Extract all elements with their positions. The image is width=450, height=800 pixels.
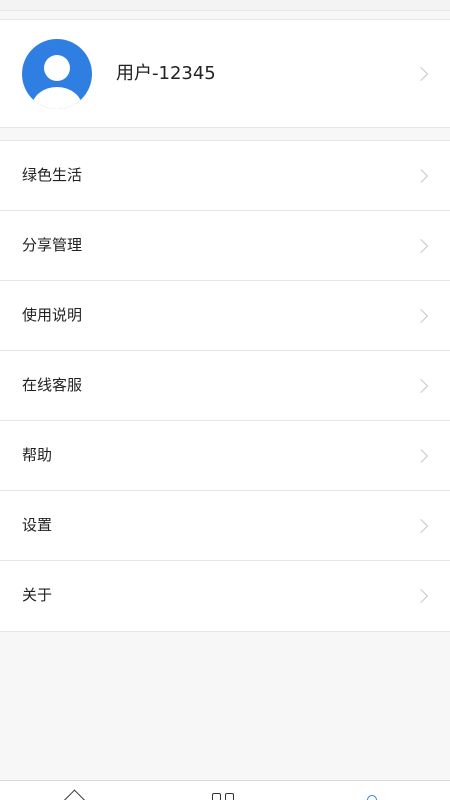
menu-item-label: 关于	[22, 586, 53, 604]
top-strip	[0, 0, 450, 11]
tab-home[interactable]	[0, 781, 150, 800]
tab-category[interactable]	[150, 781, 300, 800]
tab-profile[interactable]	[300, 781, 450, 800]
category-icon-right	[225, 793, 234, 800]
profile-page: 用户-12345 绿色生活 分享管理 使用说明 在线客服 帮助 设置 关于	[0, 0, 450, 800]
menu-item-label: 设置	[22, 516, 53, 534]
username: 用户-12345	[116, 63, 216, 84]
menu-item-label: 在线客服	[22, 376, 83, 394]
chevron-right-icon	[413, 238, 429, 254]
menu-item-label: 帮助	[22, 446, 53, 464]
menu-item-label: 使用说明	[22, 306, 83, 324]
avatar[interactable]	[22, 39, 92, 109]
menu-item-label: 分享管理	[22, 236, 83, 254]
menu-item-online-support[interactable]: 在线客服	[0, 351, 450, 421]
menu-item-settings[interactable]: 设置	[0, 491, 450, 561]
chevron-right-icon	[413, 378, 429, 394]
menu-list: 绿色生活 分享管理 使用说明 在线客服 帮助 设置 关于	[0, 140, 450, 632]
chevron-right-icon	[413, 588, 429, 604]
bottom-tab-bar	[0, 780, 450, 800]
category-icon	[212, 793, 238, 800]
menu-item-share-management[interactable]: 分享管理	[0, 211, 450, 281]
menu-item-help[interactable]: 帮助	[0, 421, 450, 491]
home-icon	[62, 789, 87, 800]
profile-card[interactable]: 用户-12345	[0, 19, 450, 128]
chevron-right-icon	[413, 518, 429, 534]
menu-item-label: 绿色生活	[22, 166, 83, 184]
chevron-right-icon	[413, 66, 429, 82]
menu-item-green-life[interactable]: 绿色生活	[0, 141, 450, 211]
chevron-right-icon	[413, 308, 429, 324]
chevron-right-icon	[413, 448, 429, 464]
chevron-right-icon	[413, 168, 429, 184]
menu-item-about[interactable]: 关于	[0, 561, 450, 631]
avatar-body	[32, 87, 82, 109]
menu-item-instructions[interactable]: 使用说明	[0, 281, 450, 351]
profile-icon	[367, 795, 377, 800]
category-icon-left	[212, 793, 221, 800]
avatar-head	[44, 55, 70, 81]
